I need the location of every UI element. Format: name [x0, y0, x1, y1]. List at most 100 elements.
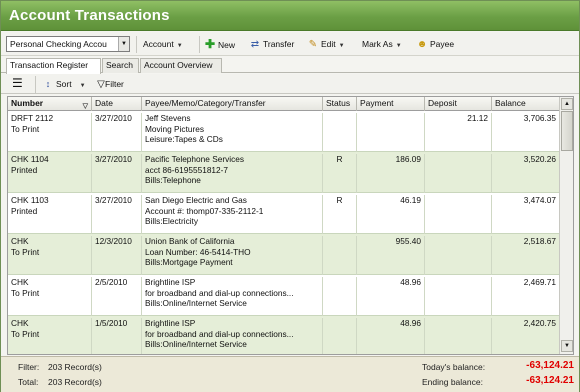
cell-number: CHK To Print — [8, 277, 92, 316]
header-label: Payment — [360, 98, 394, 108]
cell-text: Leisure:Tapes & CDs — [145, 134, 223, 144]
chevron-down-icon: ▼ — [79, 83, 86, 89]
cell-text: 12/3/2010 — [95, 236, 132, 246]
cell-payee: Brightline ISP for broadband and dial-up … — [142, 277, 323, 316]
cell-payment — [357, 113, 425, 152]
edit-button[interactable]: ✎ Edit ▼ — [307, 37, 345, 52]
view-tabs: Transaction Register Search Account Over… — [1, 57, 579, 74]
cell-number: CHK 1103 Printed — [8, 195, 92, 234]
table-header: Number ▽ Date Payee/Memo/Category/Transfe… — [8, 97, 560, 111]
cell-text: 3,706.35 — [523, 113, 556, 123]
account-transactions-window: Account Transactions Personal Checking A… — [0, 0, 580, 392]
chevron-down-icon: ▼ — [395, 43, 402, 49]
payee-button[interactable]: ☻ Payee — [416, 37, 454, 52]
cell-status: R — [323, 195, 357, 234]
chevron-down-icon: ▼ — [338, 43, 345, 49]
cell-deposit — [425, 236, 492, 275]
header-label: Deposit — [428, 98, 457, 108]
table-row[interactable]: CHK 1104 Printed 3/27/2010 Pacific Telephon… — [8, 152, 560, 193]
header-label: Status — [326, 98, 351, 108]
cell-payment: 48.96 — [357, 277, 425, 316]
cell-payee: Jeff Stevens Moving Pictures Leisure:Tapes… — [142, 113, 323, 152]
tab-search[interactable]: Search — [102, 58, 139, 73]
account-select[interactable]: Personal Checking Accou ▼ — [6, 36, 130, 52]
cell-text: Jeff Stevens — [145, 113, 191, 123]
cell-text: 46.19 — [400, 195, 421, 205]
chevron-down-icon[interactable]: ▼ — [118, 37, 129, 51]
table-row[interactable]: DRFT 2112 To Print 3/27/2010 Jeff Stevens Mo… — [8, 111, 560, 152]
cell-status — [323, 318, 357, 354]
table-row[interactable]: CHK To Print 2/5/2010 Brightline ISP for bro… — [8, 275, 560, 316]
register-subtoolbar: ☰ ↕ Sort ▼ ▽Filter — [1, 74, 579, 94]
transfer-button[interactable]: ⇄ Transfer — [249, 37, 295, 52]
cell-date: 2/5/2010 — [92, 277, 142, 316]
toolbar-divider — [199, 36, 200, 53]
transaction-register-table: Number ▽ Date Payee/Memo/Category/Transfe… — [7, 96, 574, 355]
tab-label: Transaction Register — [10, 60, 89, 70]
table-row[interactable]: CHK To Print 1/5/2010 Brightline ISP for bro… — [8, 316, 560, 354]
header-label: Payee/Memo/Category/Transfer — [145, 98, 266, 108]
cell-text: 955.40 — [395, 236, 421, 246]
edit-label: Edit — [321, 39, 336, 49]
cell-text: R — [336, 154, 343, 164]
cell-text: 2,469.71 — [523, 277, 556, 287]
cell-payee: Union Bank of California Loan Number: 46-… — [142, 236, 323, 275]
header-label: Date — [95, 98, 113, 108]
cell-number: CHK To Print — [8, 236, 92, 275]
cell-text: for broadband and dial-up connections... — [145, 287, 294, 298]
cell-text: CHK — [11, 318, 29, 328]
cell-date: 3/27/2010 — [92, 113, 142, 152]
edit-icon: ✎ — [308, 39, 318, 50]
cell-text: 2,420.75 — [523, 318, 556, 328]
account-menu-button[interactable]: Account ▼ — [143, 37, 183, 52]
table-row[interactable]: CHK 1103 Printed 3/27/2010 San Diego Electr… — [8, 193, 560, 234]
cell-text: R — [336, 195, 343, 205]
cell-date: 3/27/2010 — [92, 195, 142, 234]
column-header-payment[interactable]: Payment — [357, 97, 425, 111]
total-count-label: Total: — [18, 377, 39, 387]
new-button[interactable]: ✚ New — [204, 37, 235, 52]
column-header-balance[interactable]: Balance — [492, 97, 560, 111]
cell-payment: 955.40 — [357, 236, 425, 275]
cell-date: 12/3/2010 — [92, 236, 142, 275]
tab-account-overview[interactable]: Account Overview — [140, 58, 222, 73]
sort-button[interactable]: ↕ Sort ▼ — [42, 77, 86, 92]
tab-label: Search — [106, 60, 133, 70]
cell-text: To Print — [11, 246, 40, 257]
column-header-date[interactable]: Date — [92, 97, 142, 111]
list-view-icon[interactable]: ☰ — [12, 76, 23, 91]
scroll-up-icon[interactable]: ▲ — [561, 98, 573, 110]
column-header-deposit[interactable]: Deposit — [425, 97, 492, 111]
table-row[interactable]: CHK To Print 12/3/2010 Union Bank of Califo… — [8, 234, 560, 275]
cell-text: 2,518.67 — [523, 236, 556, 246]
cell-text: 48.96 — [400, 318, 421, 328]
header-label: Balance — [495, 98, 526, 108]
header-label: Number — [11, 98, 44, 108]
cell-deposit — [425, 277, 492, 316]
transfer-label: Transfer — [263, 39, 295, 49]
column-header-payee[interactable]: Payee/Memo/Category/Transfer — [142, 97, 323, 111]
filter-button[interactable]: ▽Filter — [97, 77, 124, 92]
cell-text: Bills:Online/Internet Service — [145, 339, 247, 349]
scroll-down-icon[interactable]: ▼ — [561, 340, 573, 352]
cell-text: CHK 1104 — [11, 154, 49, 164]
scrollbar-thumb[interactable] — [561, 111, 573, 151]
cell-balance: 3,474.07 — [492, 195, 560, 234]
cell-text: 3,520.26 — [523, 154, 556, 164]
column-header-status[interactable]: Status — [323, 97, 357, 111]
payee-label: Payee — [430, 39, 455, 49]
tab-label: Account Overview — [144, 60, 213, 70]
tab-transaction-register[interactable]: Transaction Register — [6, 58, 101, 74]
new-label: New — [218, 40, 236, 50]
vertical-scrollbar[interactable]: ▲ ▼ — [559, 97, 573, 354]
cell-deposit — [425, 154, 492, 193]
cell-deposit — [425, 195, 492, 234]
mark-as-button[interactable]: Mark As ▼ — [362, 37, 402, 52]
account-menu-label: Account — [143, 39, 174, 49]
column-header-number[interactable]: Number ▽ — [8, 97, 92, 111]
cell-status: R — [323, 154, 357, 193]
cell-text: Bills:Telephone — [145, 175, 201, 185]
cell-text: 1/5/2010 — [95, 318, 128, 328]
cell-balance: 2,469.71 — [492, 277, 560, 316]
cell-text: 3,474.07 — [523, 195, 556, 205]
